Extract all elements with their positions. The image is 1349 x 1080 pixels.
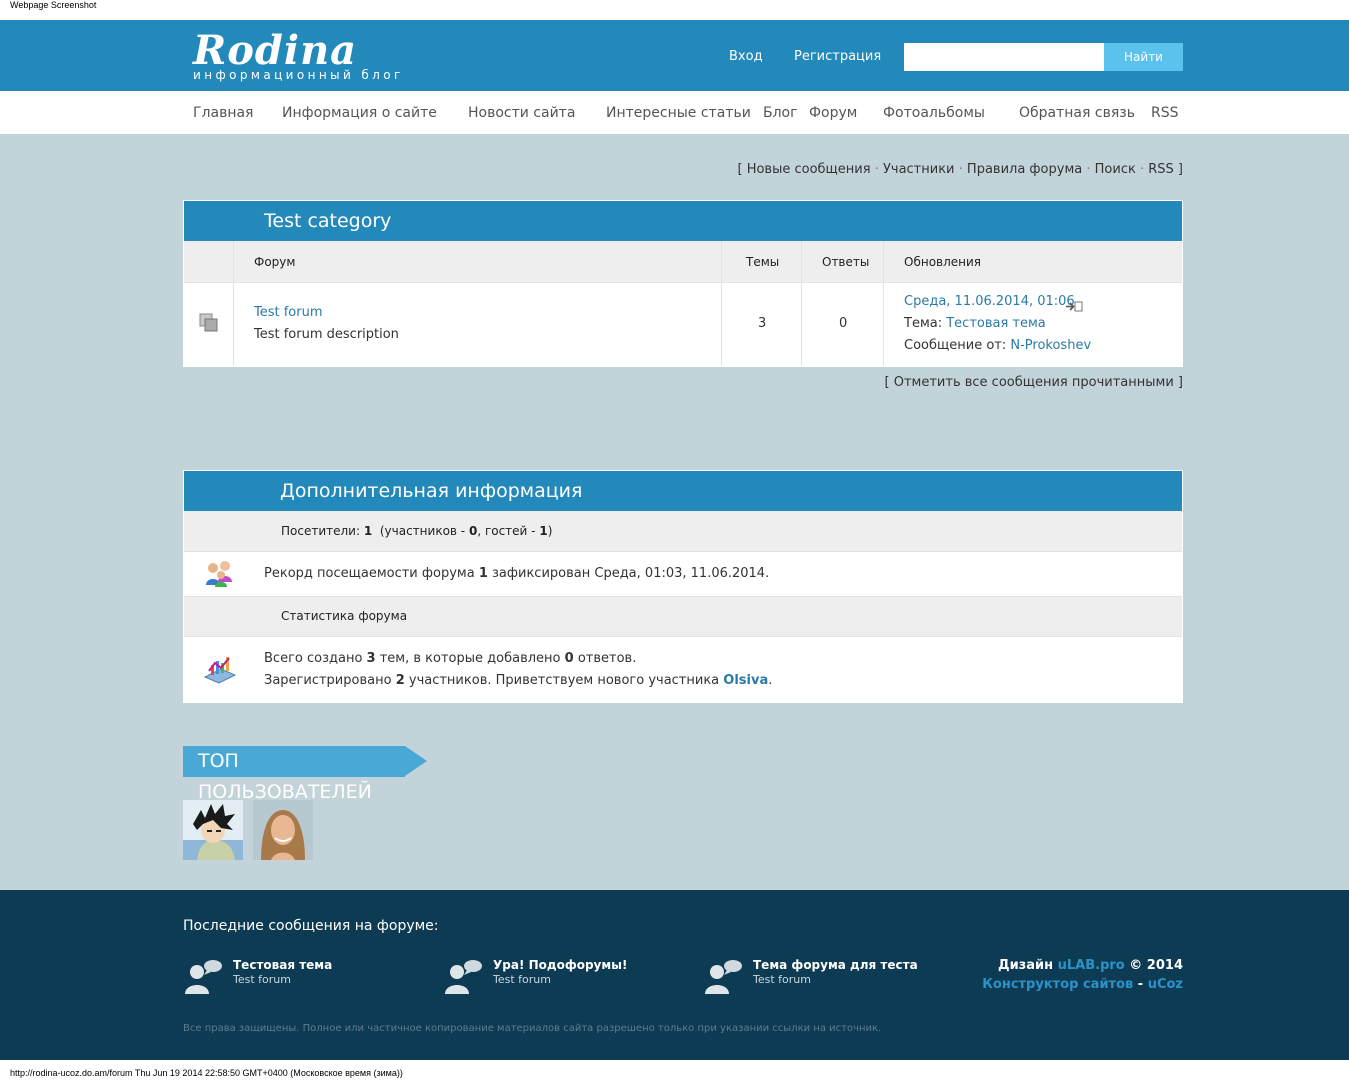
category-table-header: Форум Темы Ответы Обновления [184, 241, 1182, 283]
additional-info-block: Дополнительная информация Посетители: 1 … [183, 470, 1183, 703]
site-footer: Последние сообщения на форуме: Тестовая … [0, 890, 1349, 1060]
logo-title: Rodina [193, 27, 358, 74]
nav-item-feedback[interactable]: Обратная связь [1019, 105, 1135, 121]
forum-name-link[interactable]: Test forum [254, 305, 323, 320]
stats-title: Статистика форума [281, 609, 408, 623]
nav-item-home[interactable]: Главная [193, 105, 253, 121]
top-user-avatar[interactable] [183, 800, 243, 860]
forum-folder-icon [199, 313, 219, 333]
nav-item-forum[interactable]: Форум [809, 105, 857, 121]
register-link[interactable]: Регистрация [794, 49, 881, 64]
forum-topics-count: 3 [758, 316, 767, 331]
main-nav: Главная Информация о сайте Новости сайта… [0, 91, 1349, 135]
new-member-link[interactable]: Olsiva [723, 673, 768, 688]
post-forum: Test forum [493, 973, 551, 986]
top-user-avatar[interactable] [253, 800, 313, 860]
stats-row: Всего создано 3 тем, в которые добавлено… [184, 637, 1182, 702]
woman-avatar-image [253, 800, 313, 860]
forum-search-link[interactable]: Поиск [1095, 162, 1136, 177]
record-row: Рекорд посещаемости форума 1 зафиксирова… [184, 552, 1182, 597]
new-messages-link[interactable]: Новые сообщения [747, 162, 871, 177]
constructor-link[interactable]: Конструктор сайтов [982, 977, 1133, 992]
ulab-link[interactable]: uLAB.pro [1058, 958, 1125, 973]
nav-item-articles[interactable]: Интересные статьи [606, 105, 751, 121]
visitors-text: Посетители: 1 (участников - 0, гостей - … [281, 524, 553, 538]
nav-item-photos[interactable]: Фотоальбомы [883, 105, 985, 121]
last-topic-link[interactable]: Тестовая тема [946, 316, 1046, 331]
logo-subtitle: информационный блог [193, 68, 404, 82]
col-replies: Ответы [822, 255, 870, 269]
col-forum: Форум [254, 255, 296, 269]
post-forum: Test forum [753, 973, 811, 986]
forum-links-bar: [ Новые сообщения · Участники · Правила … [737, 162, 1183, 177]
site-logo[interactable]: Rodina информационный блог [193, 27, 404, 83]
chart-icon [203, 653, 237, 685]
top-users-heading: ТОП ПОЛЬЗОВАТЕЛЕЙ [183, 746, 427, 803]
visitors-row: Посетители: 1 (участников - 0, гостей - … [184, 511, 1182, 552]
info-title: Дополнительная информация [184, 471, 1182, 511]
nav-item-blog[interactable]: Блог [763, 105, 797, 121]
last-message: Сообщение от: N-Prokoshev [904, 338, 1092, 353]
mark-read-link[interactable]: [ Отметить все сообщения прочитанными ] [885, 375, 1183, 390]
anime-avatar-image [183, 800, 243, 860]
design-credits: Дизайн uLAB.pro © 2014 Конструктор сайто… [982, 958, 1183, 992]
members-link[interactable]: Участники [883, 162, 955, 177]
screenshot-caption: Webpage Screenshot [10, 0, 97, 10]
post-title[interactable]: Тема форума для теста [753, 958, 918, 972]
main-content: [ Новые сообщения · Участники · Правила … [0, 134, 1349, 890]
go-to-last-post-icon[interactable] [1065, 297, 1083, 312]
category-block: Test category Форум Темы Ответы Обновлен… [183, 200, 1183, 367]
login-link[interactable]: Вход [729, 49, 763, 64]
stats-title-row: Статистика форума [184, 597, 1182, 637]
forum-description: Test forum description [254, 327, 399, 342]
footer-title: Последние сообщения на форуме: [183, 918, 439, 934]
category-title[interactable]: Test category [184, 201, 1182, 241]
record-text: Рекорд посещаемости форума 1 зафиксирова… [264, 566, 770, 581]
copyright-notice: Все права защищены. Полное или частичное… [183, 1023, 882, 1034]
post-forum: Test forum [233, 973, 291, 986]
last-author-link[interactable]: N-Prokoshev [1010, 338, 1091, 353]
nav-item-news[interactable]: Новости сайта [468, 105, 575, 121]
stats-line-1: Всего создано 3 тем, в которые добавлено… [264, 651, 637, 666]
nav-item-rss[interactable]: RSS [1151, 105, 1179, 121]
ucoz-link[interactable]: uCoz [1148, 977, 1183, 992]
chat-user-icon [443, 958, 483, 994]
screenshot-footnote: http://rodina-ucoz.do.am/forum Thu Jun 1… [10, 1068, 403, 1078]
search-input[interactable] [904, 43, 1104, 71]
rules-link[interactable]: Правила форума [967, 162, 1082, 177]
users-icon [203, 558, 235, 588]
nav-item-about[interactable]: Информация о сайте [282, 105, 437, 121]
col-updates: Обновления [904, 255, 982, 269]
chat-user-icon [183, 958, 223, 994]
forum-rss-link[interactable]: RSS [1148, 162, 1174, 177]
post-title[interactable]: Ура! Подофорумы! [493, 958, 628, 972]
stats-line-2: Зарегистрировано 2 участников. Приветств… [264, 673, 773, 688]
forum-replies-count: 0 [839, 316, 848, 331]
last-post-date-link[interactable]: Среда, 11.06.2014, 01:06 [904, 294, 1075, 309]
chat-user-icon [703, 958, 743, 994]
site-header: Rodina информационный блог Вход Регистра… [0, 20, 1349, 91]
col-topics: Темы [746, 255, 780, 269]
post-title[interactable]: Тестовая тема [233, 958, 332, 972]
search-button[interactable]: Найти [1104, 43, 1183, 71]
last-topic: Тема: Тестовая тема [904, 316, 1046, 331]
